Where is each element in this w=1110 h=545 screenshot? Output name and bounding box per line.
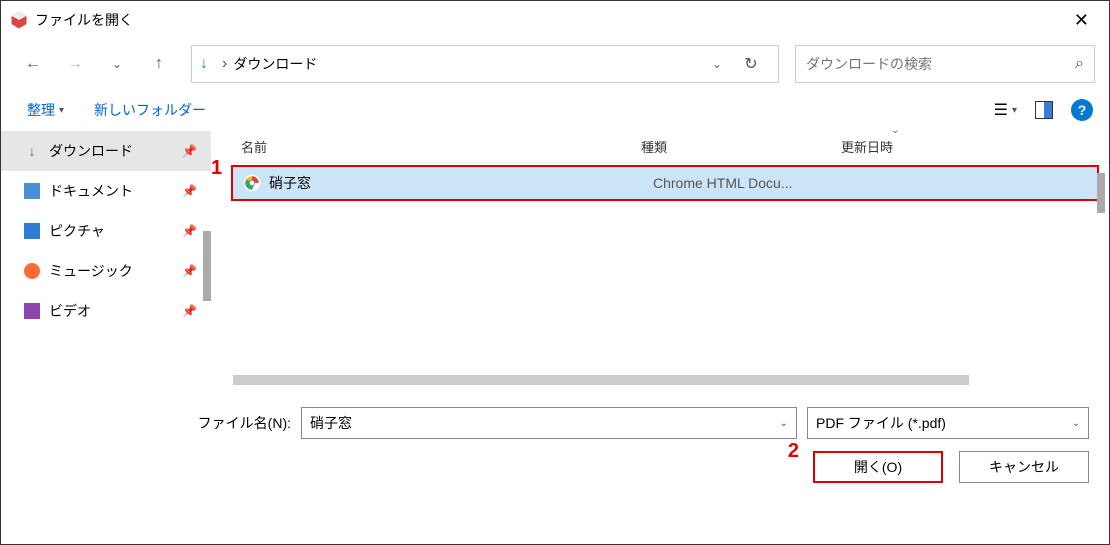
file-type-filter[interactable]: PDF ファイル (*.pdf) ⌄ bbox=[807, 407, 1089, 439]
file-row[interactable]: 硝子窓 Chrome HTML Docu... bbox=[231, 165, 1099, 201]
help-button[interactable]: ? bbox=[1071, 99, 1093, 121]
sidebar-item-documents[interactable]: ドキュメント 📌 bbox=[1, 171, 211, 211]
sidebar-item-label: ドキュメント bbox=[49, 181, 133, 201]
pin-icon: 📌 bbox=[182, 224, 197, 238]
sort-indicator-icon: ⌄ bbox=[891, 125, 899, 136]
annotation-2: 2 bbox=[788, 440, 799, 463]
column-type[interactable]: 種類 bbox=[641, 137, 841, 156]
sidebar-item-music[interactable]: ミュージック 📌 bbox=[1, 251, 211, 291]
view-menu[interactable]: ☰▾ bbox=[994, 100, 1017, 120]
horizontal-scrollbar[interactable] bbox=[233, 375, 969, 385]
search-input[interactable] bbox=[806, 56, 1075, 72]
path-location: ダウンロード bbox=[233, 54, 317, 74]
download-icon: ↓ bbox=[23, 142, 41, 160]
window-title: ファイルを開く bbox=[35, 10, 133, 30]
pin-icon: 📌 bbox=[182, 264, 197, 278]
filename-label: ファイル名(N): bbox=[198, 413, 291, 433]
file-type: Chrome HTML Docu... bbox=[653, 175, 853, 191]
picture-icon bbox=[23, 222, 41, 240]
column-modified[interactable]: 更新日時⌄ bbox=[841, 137, 1109, 156]
refresh-button[interactable]: ↻ bbox=[732, 45, 770, 83]
up-button[interactable]: ↑ bbox=[141, 46, 177, 82]
music-icon bbox=[23, 262, 41, 280]
new-folder-button[interactable]: 新しいフォルダー bbox=[94, 100, 206, 120]
sidebar-item-label: ミュージック bbox=[49, 261, 133, 281]
sidebar-item-pictures[interactable]: ピクチャ 📌 bbox=[1, 211, 211, 251]
list-icon: ☰ bbox=[994, 100, 1008, 120]
sidebar-item-label: ビデオ bbox=[49, 301, 91, 321]
chrome-icon bbox=[243, 174, 261, 192]
pin-icon: 📌 bbox=[182, 304, 197, 318]
column-name[interactable]: 名前 bbox=[211, 137, 641, 156]
address-bar[interactable]: ↓ › ダウンロード ⌄ ↻ bbox=[191, 45, 779, 83]
search-icon: ⌕ bbox=[1075, 55, 1084, 73]
search-box[interactable]: ⌕ bbox=[795, 45, 1095, 83]
preview-pane-button[interactable] bbox=[1035, 101, 1053, 119]
sidebar-scrollbar[interactable] bbox=[203, 231, 211, 301]
filename-input[interactable]: 硝子窓 ⌄ bbox=[301, 407, 797, 439]
sidebar-item-videos[interactable]: ビデオ 📌 bbox=[1, 291, 211, 331]
close-button[interactable]: ✕ bbox=[1062, 4, 1101, 37]
file-name: 硝子窓 bbox=[269, 173, 311, 193]
column-headers[interactable]: 名前 種類 更新日時⌄ bbox=[211, 131, 1109, 163]
chevron-down-icon: ⌄ bbox=[1072, 418, 1080, 429]
chevron-down-icon[interactable]: ⌄ bbox=[780, 418, 788, 429]
path-separator-icon: › bbox=[222, 55, 227, 73]
recent-button[interactable]: ⌄ bbox=[99, 46, 135, 82]
chevron-down-icon[interactable]: ⌄ bbox=[712, 57, 722, 71]
sidebar-item-label: ピクチャ bbox=[49, 221, 105, 241]
file-list: 1 名前 種類 更新日時⌄ 硝子窓 Chrome HTML Docu... bbox=[211, 131, 1109, 391]
app-icon bbox=[9, 10, 29, 30]
cancel-button[interactable]: キャンセル bbox=[959, 451, 1089, 483]
download-icon: ↓ bbox=[200, 55, 208, 73]
document-icon bbox=[23, 182, 41, 200]
video-icon bbox=[23, 302, 41, 320]
sidebar-item-downloads[interactable]: ↓ ダウンロード 📌 bbox=[1, 131, 211, 171]
pin-icon: 📌 bbox=[182, 144, 197, 158]
sidebar: ↓ ダウンロード 📌 ドキュメント 📌 ピクチャ 📌 ミュージック 📌 ビデオ … bbox=[1, 131, 211, 391]
forward-button[interactable]: → bbox=[57, 46, 93, 82]
annotation-1: 1 bbox=[211, 157, 222, 180]
organize-menu[interactable]: 整理▾ bbox=[27, 100, 64, 120]
open-button[interactable]: 開く(O) bbox=[813, 451, 943, 483]
pin-icon: 📌 bbox=[182, 184, 197, 198]
vertical-scrollbar[interactable] bbox=[1097, 173, 1105, 213]
back-button[interactable]: ← bbox=[15, 46, 51, 82]
sidebar-item-label: ダウンロード bbox=[49, 141, 133, 161]
